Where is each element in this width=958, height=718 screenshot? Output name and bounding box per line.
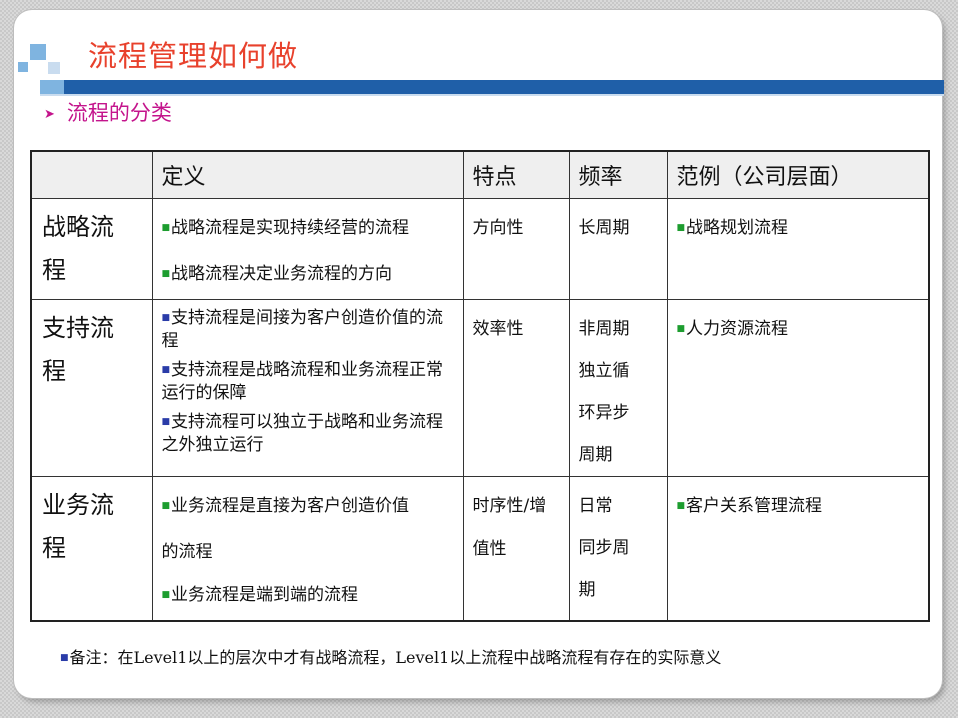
definition-item: ■战略流程决定业务流程的方向 — [162, 253, 457, 299]
frequency-line: 独立循 — [578, 361, 630, 381]
square-bullet-icon: ■ — [676, 324, 686, 334]
feature-cell: 方向性 — [462, 198, 570, 300]
definition-cell: ■战略流程是实现持续经营的流程 ■战略流程决定业务流程的方向 — [151, 198, 464, 300]
square-bullet-icon: ■ — [161, 313, 171, 323]
header-bar-line — [40, 94, 944, 96]
definition-cell: ■业务流程是直接为客户创造价值 的流程 ■业务流程是端到端的流程 — [151, 476, 464, 622]
definition-cell: ■支持流程是间接为客户创造价值的流程 ■支持流程是战略流程和业务流程正常运行的保… — [151, 299, 464, 477]
frequency-line: 期 — [578, 580, 596, 600]
frequency-line: 长周期 — [578, 218, 630, 238]
definition-text: 战略流程是实现持续经营的流程 — [171, 218, 410, 238]
row-name-cell: 支持流 程 — [30, 299, 153, 477]
table-row: 业务流 程 ■业务流程是直接为客户创造价值 的流程 ■业务流程是端到端的流程 时… — [30, 476, 930, 622]
frequency-line: 非周期 — [578, 319, 630, 339]
header-cell-definition: 定义 — [151, 150, 464, 199]
definition-text: 的流程 — [161, 542, 213, 562]
header-cell-example: 范例（公司层面） — [666, 150, 930, 199]
definition-text: 战略流程决定业务流程的方向 — [171, 264, 393, 284]
row-name-line: 程 — [42, 256, 66, 284]
definition-text: 支持流程是间接为客户创造价值的流程 — [161, 308, 444, 351]
row-name-line: 业务流 — [42, 491, 114, 519]
square-bullet-icon: ■ — [161, 501, 171, 511]
table-row: 支持流 程 ■支持流程是间接为客户创造价值的流程 ■支持流程是战略流程和业务流程… — [30, 299, 930, 477]
square-bullet-icon: ■ — [161, 417, 171, 427]
definition-text: 业务流程是端到端的流程 — [171, 585, 359, 605]
definition-item: ■业务流程是端到端的流程 — [162, 574, 457, 620]
square-bullet-icon: ■ — [161, 269, 171, 279]
subtitle-text: 流程的分类 — [66, 101, 172, 125]
square-bullet-icon: ■ — [676, 501, 686, 511]
feature-text: 效率性 — [472, 319, 524, 339]
feature-text: 时序性/增 — [472, 496, 547, 516]
definition-item: ■业务流程是直接为客户创造价值 — [162, 485, 457, 531]
row-name-cell: 战略流 程 — [30, 198, 153, 300]
row-name-line: 支持流 — [42, 314, 114, 342]
frequency-cell: 长周期 — [568, 198, 668, 300]
definition-text: 支持流程是战略流程和业务流程正常运行的保障 — [161, 360, 444, 403]
process-classification-table: 定义 特点 频率 范例（公司层面） 战略流 程 ■战略流程是实现持续经营的流程 … — [30, 150, 930, 622]
header-bar-accent — [40, 80, 66, 94]
row-name-line: 战略流 — [42, 213, 114, 241]
table-header-row: 定义 特点 频率 范例（公司层面） — [30, 150, 930, 199]
arrow-bullet-icon: ➤ — [44, 107, 55, 122]
row-name-line: 程 — [42, 357, 66, 385]
header-cell-feature: 特点 — [462, 150, 570, 199]
frequency-line: 环异步 — [578, 403, 630, 423]
example-cell: ■客户关系管理流程 — [666, 476, 930, 622]
header-bar — [64, 80, 944, 94]
example-text: 客户关系管理流程 — [686, 496, 823, 516]
row-name-cell: 业务流 程 — [30, 476, 153, 622]
square-bullet-icon: ■ — [60, 653, 69, 663]
frequency-line: 同步周 — [578, 538, 630, 558]
example-text: 战略规划流程 — [686, 218, 789, 238]
frequency-line: 周期 — [578, 445, 613, 465]
decor-square — [30, 44, 46, 60]
footnote: ■备注：在Level1以上的层次中才有战略流程，Level1以上流程中战略流程有… — [60, 644, 721, 668]
frequency-cell: 非周期 独立循 环异步 周期 — [568, 299, 668, 477]
header-cell-empty — [30, 150, 153, 199]
page-title: 流程管理如何做 — [88, 39, 299, 73]
example-cell: ■战略规划流程 — [666, 198, 930, 300]
section-subtitle: ➤ 流程的分类 — [44, 97, 172, 127]
square-bullet-icon: ■ — [676, 223, 686, 233]
definition-item: ■支持流程是战略流程和业务流程正常运行的保障 — [162, 360, 457, 403]
feature-text: 值性 — [472, 539, 507, 559]
square-bullet-icon: ■ — [161, 223, 171, 233]
example-cell: ■人力资源流程 — [666, 299, 930, 477]
row-name-line: 程 — [42, 534, 66, 562]
header-cell-frequency: 频率 — [568, 150, 668, 199]
square-bullet-icon: ■ — [161, 365, 171, 375]
definition-item: 的流程 — [162, 531, 457, 574]
example-text: 人力资源流程 — [686, 319, 789, 339]
frequency-line: 日常 — [578, 496, 613, 516]
decor-square — [18, 62, 28, 72]
feature-cell: 时序性/增 值性 — [462, 476, 570, 622]
decor-square — [48, 62, 60, 74]
feature-cell: 效率性 — [462, 299, 570, 477]
square-bullet-icon: ■ — [161, 590, 171, 600]
definition-text: 业务流程是直接为客户创造价值 — [171, 496, 410, 516]
footnote-text: 备注：在Level1以上的层次中才有战略流程，Level1以上流程中战略流程有存… — [69, 648, 722, 667]
feature-text: 方向性 — [472, 218, 524, 238]
table-row: 战略流 程 ■战略流程是实现持续经营的流程 ■战略流程决定业务流程的方向 方向性… — [30, 198, 930, 300]
definition-item: ■战略流程是实现持续经营的流程 — [162, 207, 457, 253]
definition-item: ■支持流程是间接为客户创造价值的流程 — [162, 308, 457, 351]
frequency-cell: 日常 同步周 期 — [568, 476, 668, 622]
definition-item: ■支持流程可以独立于战略和业务流程之外独立运行 — [162, 412, 457, 455]
definition-text: 支持流程可以独立于战略和业务流程之外独立运行 — [161, 412, 444, 455]
